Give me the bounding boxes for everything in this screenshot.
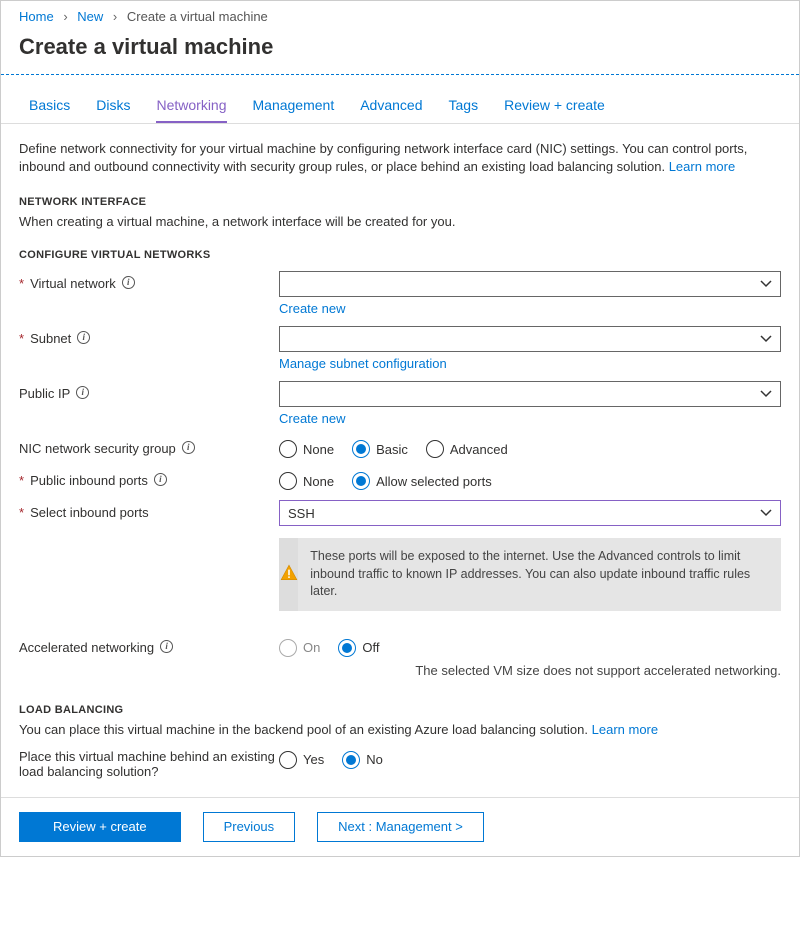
label-subnet: *Subnet i [19,326,279,346]
chevron-down-icon [760,333,772,348]
footer: Review + create Previous Next : Manageme… [1,797,799,856]
info-icon[interactable]: i [154,473,167,486]
tab-networking[interactable]: Networking [156,97,226,123]
chevron-right-icon: › [113,9,117,24]
tab-review[interactable]: Review + create [504,97,605,123]
tab-basics[interactable]: Basics [29,97,70,123]
previous-button[interactable]: Previous [203,812,296,842]
section-load-balancing: LOAD BALANCING [19,704,781,716]
tabs: Basics Disks Networking Management Advan… [1,75,799,124]
subnet-select[interactable] [279,326,781,352]
section-configure-vnet: CONFIGURE VIRTUAL NETWORKS [19,249,781,261]
info-icon[interactable]: i [77,331,90,344]
intro-text: Define network connectivity for your vir… [19,140,781,176]
breadcrumb-home[interactable]: Home [19,9,54,24]
chevron-down-icon [760,278,772,293]
radio-ports-allow[interactable]: Allow selected ports [352,472,492,490]
label-accelerated: Accelerated networking i [19,635,279,655]
lb-learn-more-link[interactable]: Learn more [592,722,658,737]
label-lb-placement: Place this virtual machine behind an exi… [19,747,279,779]
breadcrumb-new[interactable]: New [77,9,103,24]
accelerated-helper: The selected VM size does not support ac… [279,663,781,678]
chevron-right-icon: › [63,9,67,24]
label-virtual-network: *Virtual network i [19,271,279,291]
virtual-network-select[interactable] [279,271,781,297]
radio-nsg-none[interactable]: None [279,440,334,458]
tab-disks[interactable]: Disks [96,97,130,123]
review-create-button[interactable]: Review + create [19,812,181,842]
info-icon[interactable]: i [122,276,135,289]
warning-text: These ports will be exposed to the inter… [298,538,781,611]
learn-more-link[interactable]: Learn more [669,159,735,174]
label-inbound-ports: *Public inbound ports i [19,468,279,488]
radio-ports-none[interactable]: None [279,472,334,490]
create-new-ip-link[interactable]: Create new [279,411,345,426]
page-title: Create a virtual machine [1,28,799,74]
select-inbound-ports[interactable]: SSH [279,500,781,526]
radio-nsg-advanced[interactable]: Advanced [426,440,508,458]
radio-nsg-basic[interactable]: Basic [352,440,408,458]
tab-advanced[interactable]: Advanced [360,97,422,123]
radio-lb-yes[interactable]: Yes [279,751,324,769]
select-ports-value: SSH [288,506,315,521]
label-select-ports: *Select inbound ports [19,500,279,520]
next-button[interactable]: Next : Management > [317,812,484,842]
info-icon[interactable]: i [182,441,195,454]
warning-box: These ports will be exposed to the inter… [279,538,781,611]
tab-tags[interactable]: Tags [449,97,479,123]
radio-accel-off[interactable]: Off [338,639,379,657]
network-interface-text: When creating a virtual machine, a netwo… [19,214,781,229]
radio-accel-on: On [279,639,320,657]
breadcrumb-current: Create a virtual machine [127,9,268,24]
load-balancing-text: You can place this virtual machine in th… [19,722,781,737]
info-icon[interactable]: i [160,640,173,653]
chevron-down-icon [760,388,772,403]
label-nsg: NIC network security group i [19,436,279,456]
section-network-interface: NETWORK INTERFACE [19,196,781,208]
public-ip-select[interactable] [279,381,781,407]
chevron-down-icon [760,507,772,522]
tab-management[interactable]: Management [253,97,335,123]
create-new-vnet-link[interactable]: Create new [279,301,345,316]
info-icon[interactable]: i [76,386,89,399]
label-public-ip: Public IP i [19,381,279,401]
breadcrumb: Home › New › Create a virtual machine [1,1,799,28]
warning-icon [280,564,298,585]
manage-subnet-link[interactable]: Manage subnet configuration [279,356,447,371]
radio-lb-no[interactable]: No [342,751,383,769]
